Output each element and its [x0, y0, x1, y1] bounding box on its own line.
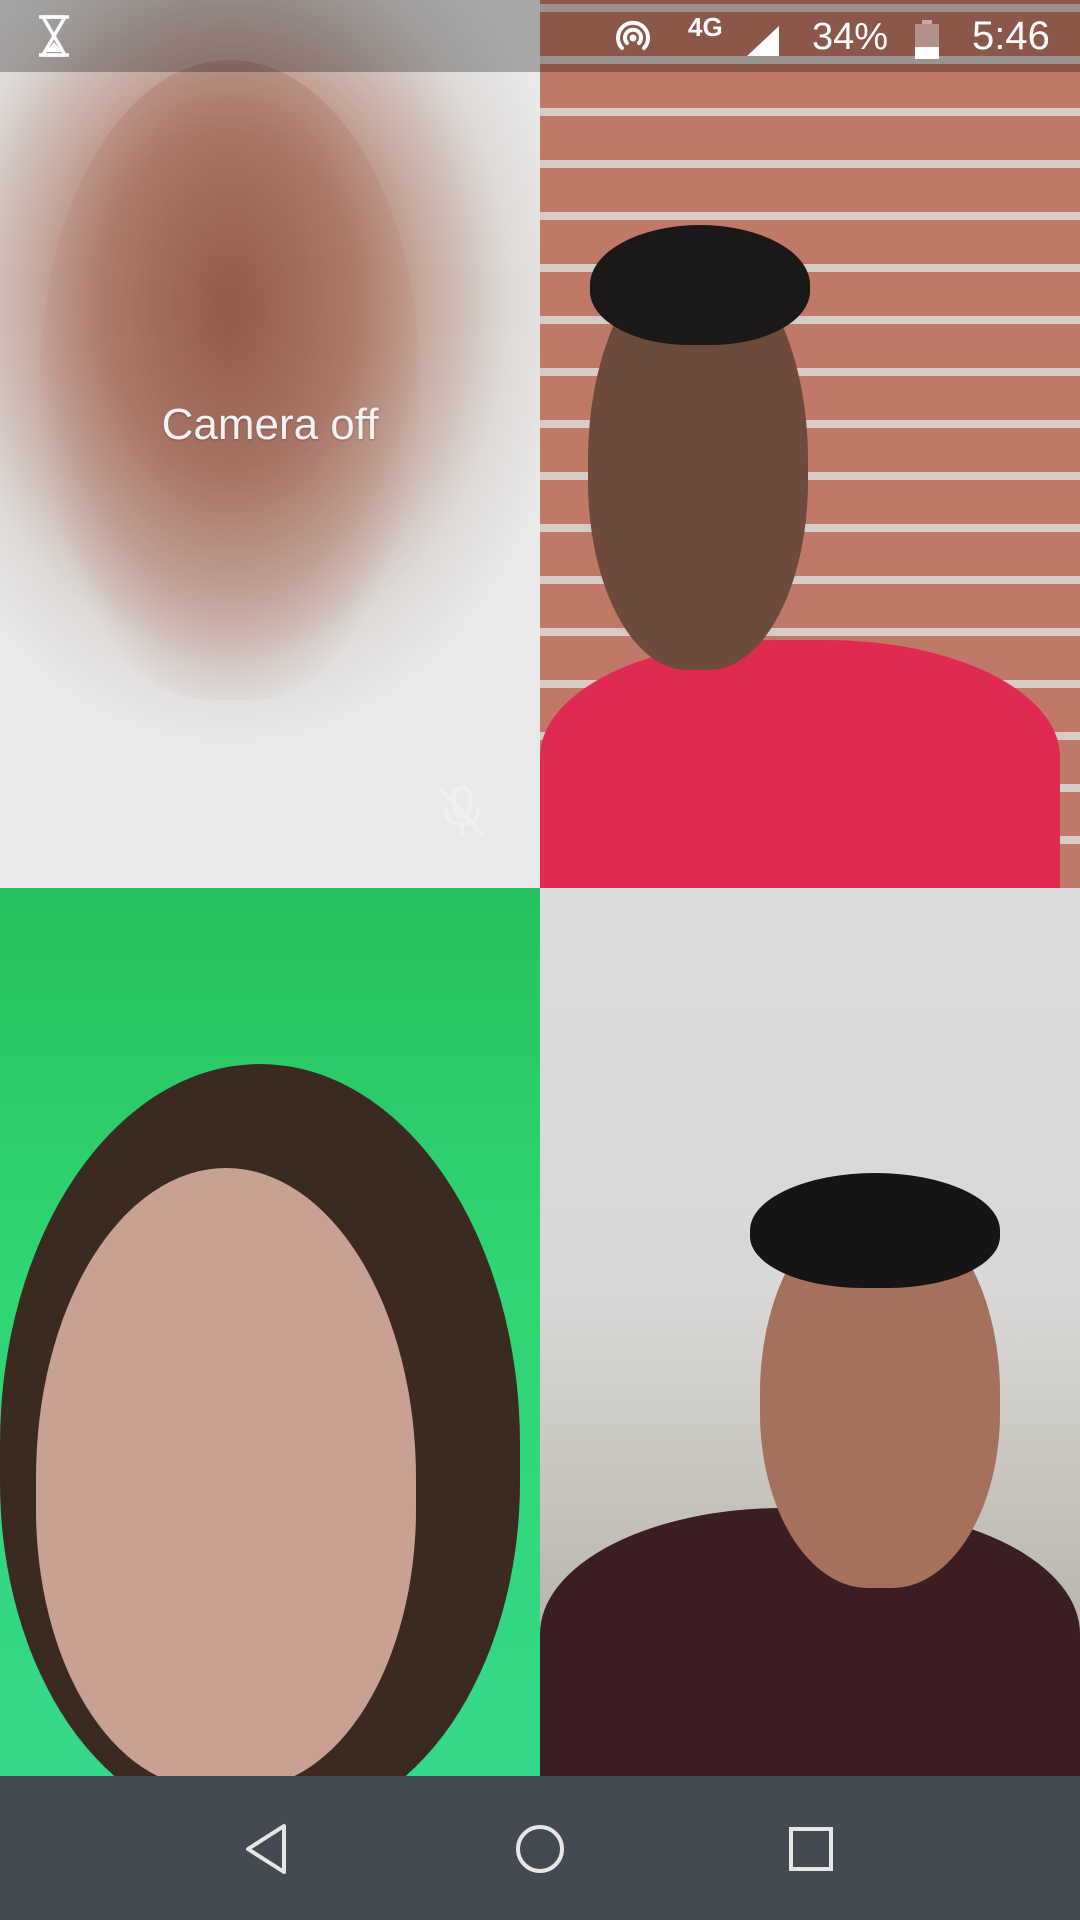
camera-off-label: Camera off — [161, 400, 379, 449]
recents-icon[interactable] — [776, 1814, 846, 1884]
video-tile-participant-3[interactable] — [0, 888, 540, 1776]
video-tile-participant-2[interactable] — [540, 0, 1080, 888]
cell-signal-icon — [747, 26, 779, 56]
status-bar: 4G 34% 5:46 — [0, 0, 1080, 72]
navigation-bar — [0, 1776, 1080, 1920]
battery-percent: 34% — [812, 16, 889, 58]
video-tile-participant-4[interactable] — [540, 888, 1080, 1776]
participant-body — [540, 640, 1060, 888]
participant-face — [36, 1168, 416, 1776]
clock: 5:46 — [972, 14, 1050, 58]
participant-hair — [750, 1173, 1000, 1288]
video-tile-participant-1[interactable]: Camera off — [0, 0, 540, 888]
blurred-face — [40, 60, 420, 700]
participant-hair — [590, 225, 810, 345]
home-icon[interactable] — [505, 1814, 575, 1884]
back-icon[interactable] — [234, 1814, 304, 1884]
network-type: 4G — [688, 12, 723, 42]
mic-off-icon — [440, 786, 484, 836]
hotspot-icon — [616, 20, 650, 50]
battery-icon — [915, 20, 939, 59]
hourglass-icon — [39, 15, 69, 57]
